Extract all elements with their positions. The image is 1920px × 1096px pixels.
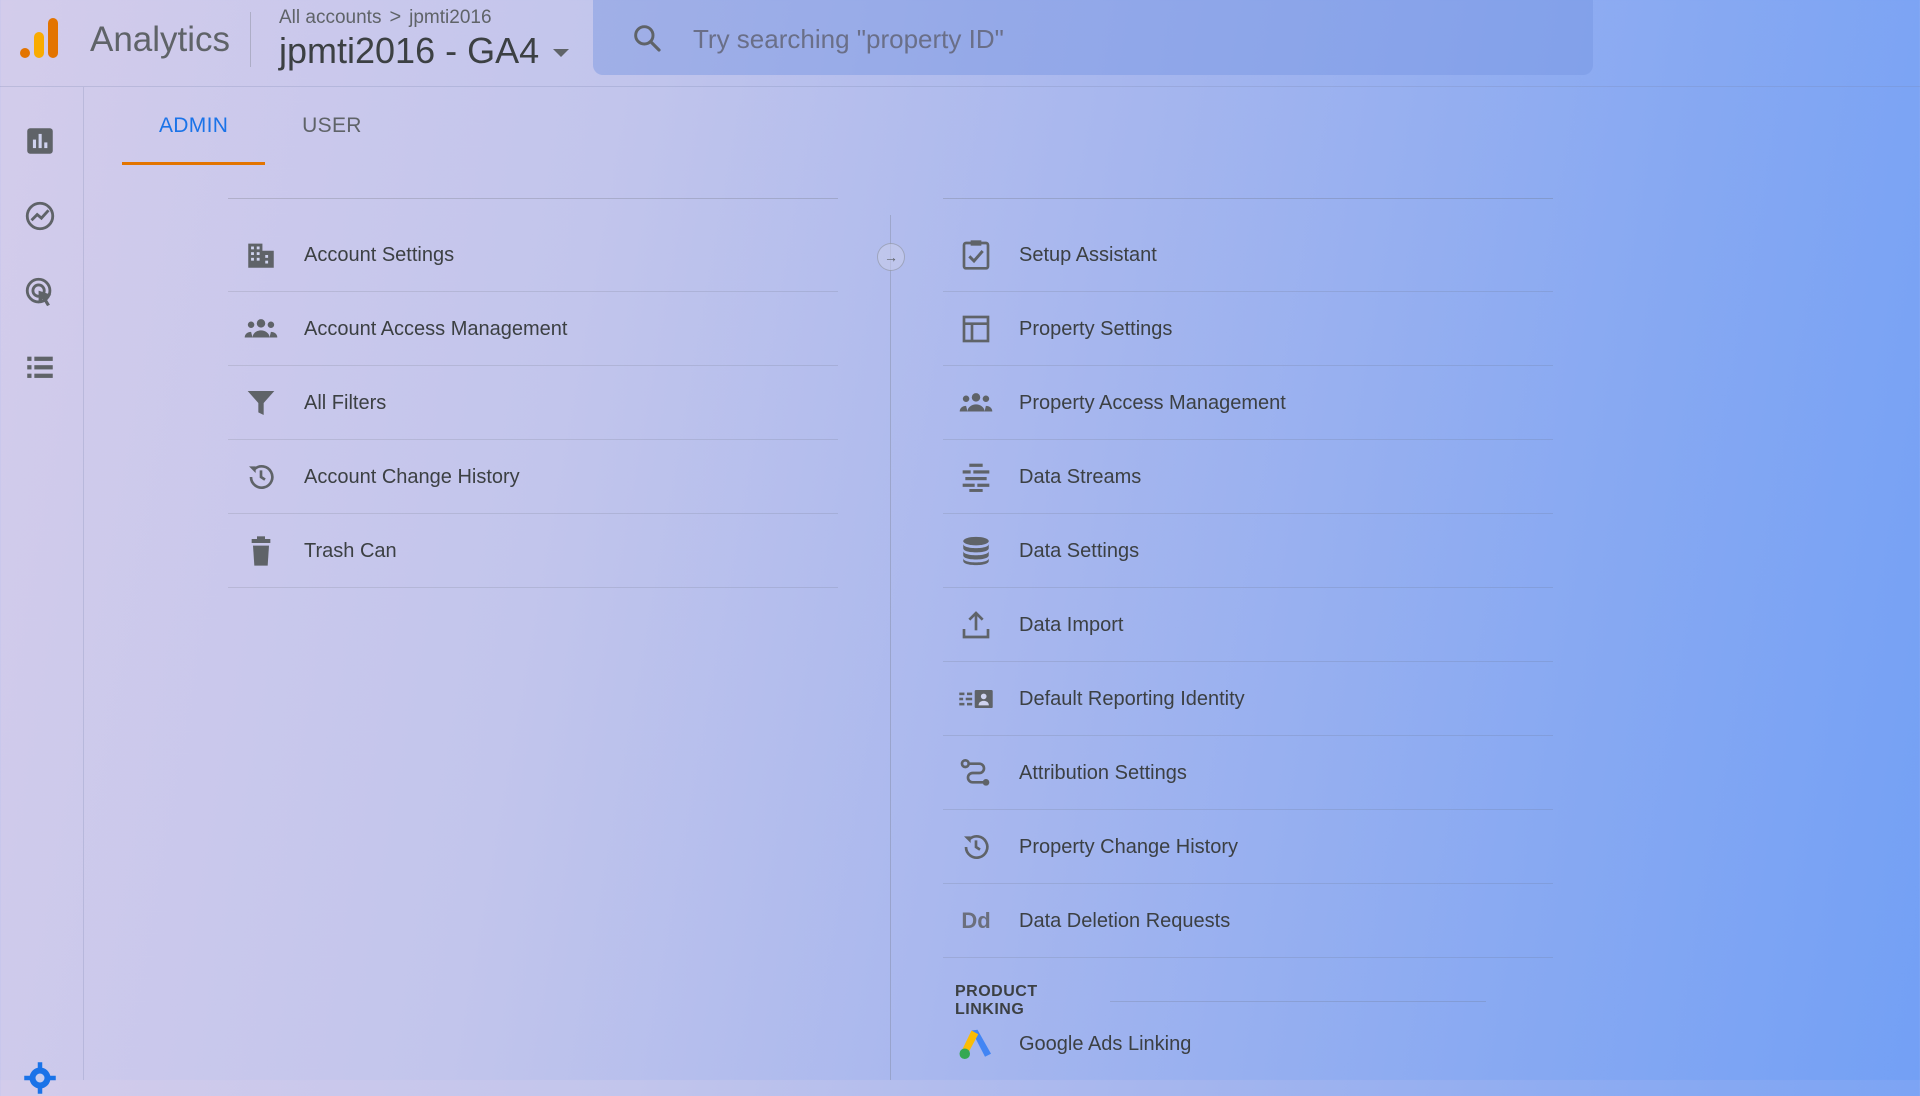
data-import-label: Data Import bbox=[1019, 613, 1124, 636]
attribution-settings-item[interactable]: Attribution Settings bbox=[943, 736, 1553, 810]
admin-user-tabs: ADMIN USER bbox=[122, 100, 399, 165]
account-change-history-item[interactable]: Account Change History bbox=[228, 440, 838, 514]
breadcrumb-separator: > bbox=[389, 6, 402, 28]
account-settings-label: Account Settings bbox=[304, 243, 455, 266]
data-deletion-requests-item[interactable]: Dd Data Deletion Requests bbox=[943, 884, 1553, 958]
identity-icon bbox=[957, 680, 995, 718]
data-streams-label: Data Streams bbox=[1019, 465, 1142, 488]
people-icon bbox=[957, 384, 995, 422]
checkbox-icon bbox=[957, 236, 995, 274]
attribution-icon bbox=[957, 754, 995, 792]
admin-gear-icon[interactable] bbox=[22, 1060, 58, 1096]
all-filters-item[interactable]: All Filters bbox=[228, 366, 838, 440]
search-input[interactable] bbox=[691, 14, 1555, 64]
advertising-icon[interactable] bbox=[23, 275, 57, 309]
breadcrumb-all-accounts[interactable]: All accounts bbox=[279, 7, 381, 29]
data-import-item[interactable]: Data Import bbox=[943, 588, 1553, 662]
account-change-history-label: Account Change History bbox=[304, 465, 520, 488]
google-ads-linking-label: Google Ads Linking bbox=[1019, 1032, 1192, 1055]
property-change-history-item[interactable]: Property Change History bbox=[943, 810, 1553, 884]
data-settings-item[interactable]: Data Settings bbox=[943, 514, 1553, 588]
tab-admin[interactable]: ADMIN bbox=[122, 100, 266, 165]
default-reporting-identity-item[interactable]: Default Reporting Identity bbox=[943, 662, 1553, 736]
history-icon bbox=[957, 828, 995, 866]
dd-icon: Dd bbox=[961, 908, 991, 933]
building-icon bbox=[242, 236, 280, 274]
data-settings-label: Data Settings bbox=[1019, 539, 1140, 562]
search-icon bbox=[634, 25, 661, 52]
explore-icon[interactable] bbox=[23, 199, 57, 233]
top-bar: Analytics All accounts > jpmti2016 jpmti… bbox=[0, 0, 1920, 87]
database-icon bbox=[957, 532, 995, 570]
configure-icon[interactable] bbox=[23, 351, 57, 385]
people-icon bbox=[242, 310, 280, 348]
google-ads-linking-item[interactable]: Google Ads Linking bbox=[943, 1007, 1553, 1081]
trash-icon bbox=[242, 532, 280, 570]
trash-can-item[interactable]: Trash Can bbox=[228, 514, 838, 588]
data-streams-item[interactable]: Data Streams bbox=[943, 440, 1553, 514]
collapse-arrow-icon[interactable]: → bbox=[877, 243, 905, 271]
search-bar[interactable] bbox=[593, 0, 1593, 75]
analytics-logo-icon[interactable] bbox=[18, 16, 62, 60]
setup-assistant-label: Setup Assistant bbox=[1019, 243, 1157, 266]
streams-icon bbox=[957, 458, 995, 496]
trash-can-label: Trash Can bbox=[304, 539, 397, 562]
property-access-management-item[interactable]: Property Access Management bbox=[943, 366, 1553, 440]
property-name: jpmti2016 - GA4 bbox=[279, 30, 540, 71]
data-deletion-requests-label: Data Deletion Requests bbox=[1019, 909, 1231, 932]
property-settings-item[interactable]: Property Settings bbox=[943, 292, 1553, 366]
property-access-management-label: Property Access Management bbox=[1019, 391, 1286, 414]
breadcrumb-account[interactable]: jpmti2016 bbox=[409, 7, 491, 29]
property-settings-label: Property Settings bbox=[1019, 317, 1173, 340]
setup-assistant-item[interactable]: Setup Assistant bbox=[943, 218, 1553, 292]
column-divider bbox=[890, 215, 891, 1080]
attribution-settings-label: Attribution Settings bbox=[1019, 761, 1187, 784]
property-selector[interactable]: jpmti2016 - GA4 bbox=[279, 30, 570, 72]
property-layout-icon bbox=[957, 310, 995, 348]
app-name: Analytics bbox=[90, 20, 231, 59]
left-nav bbox=[0, 87, 84, 1094]
dropdown-caret-icon bbox=[553, 49, 570, 57]
account-column-rule bbox=[228, 198, 838, 199]
header-divider bbox=[250, 12, 251, 67]
history-icon bbox=[242, 458, 280, 496]
google-ads-icon bbox=[957, 1025, 995, 1063]
reports-icon[interactable] bbox=[23, 124, 57, 158]
account-settings-item[interactable]: Account Settings bbox=[228, 218, 838, 292]
all-filters-label: All Filters bbox=[304, 391, 387, 414]
account-access-management-label: Account Access Management bbox=[304, 317, 568, 340]
default-reporting-identity-label: Default Reporting Identity bbox=[1019, 687, 1245, 710]
property-change-history-label: Property Change History bbox=[1019, 835, 1238, 858]
tab-user[interactable]: USER bbox=[265, 100, 399, 165]
upload-icon bbox=[957, 606, 995, 644]
breadcrumb: All accounts > jpmti2016 bbox=[279, 6, 492, 29]
account-access-management-item[interactable]: Account Access Management bbox=[228, 292, 838, 366]
product-linking-rule bbox=[1110, 1000, 1486, 1002]
property-column-rule bbox=[943, 198, 1553, 199]
filter-icon bbox=[242, 384, 280, 422]
